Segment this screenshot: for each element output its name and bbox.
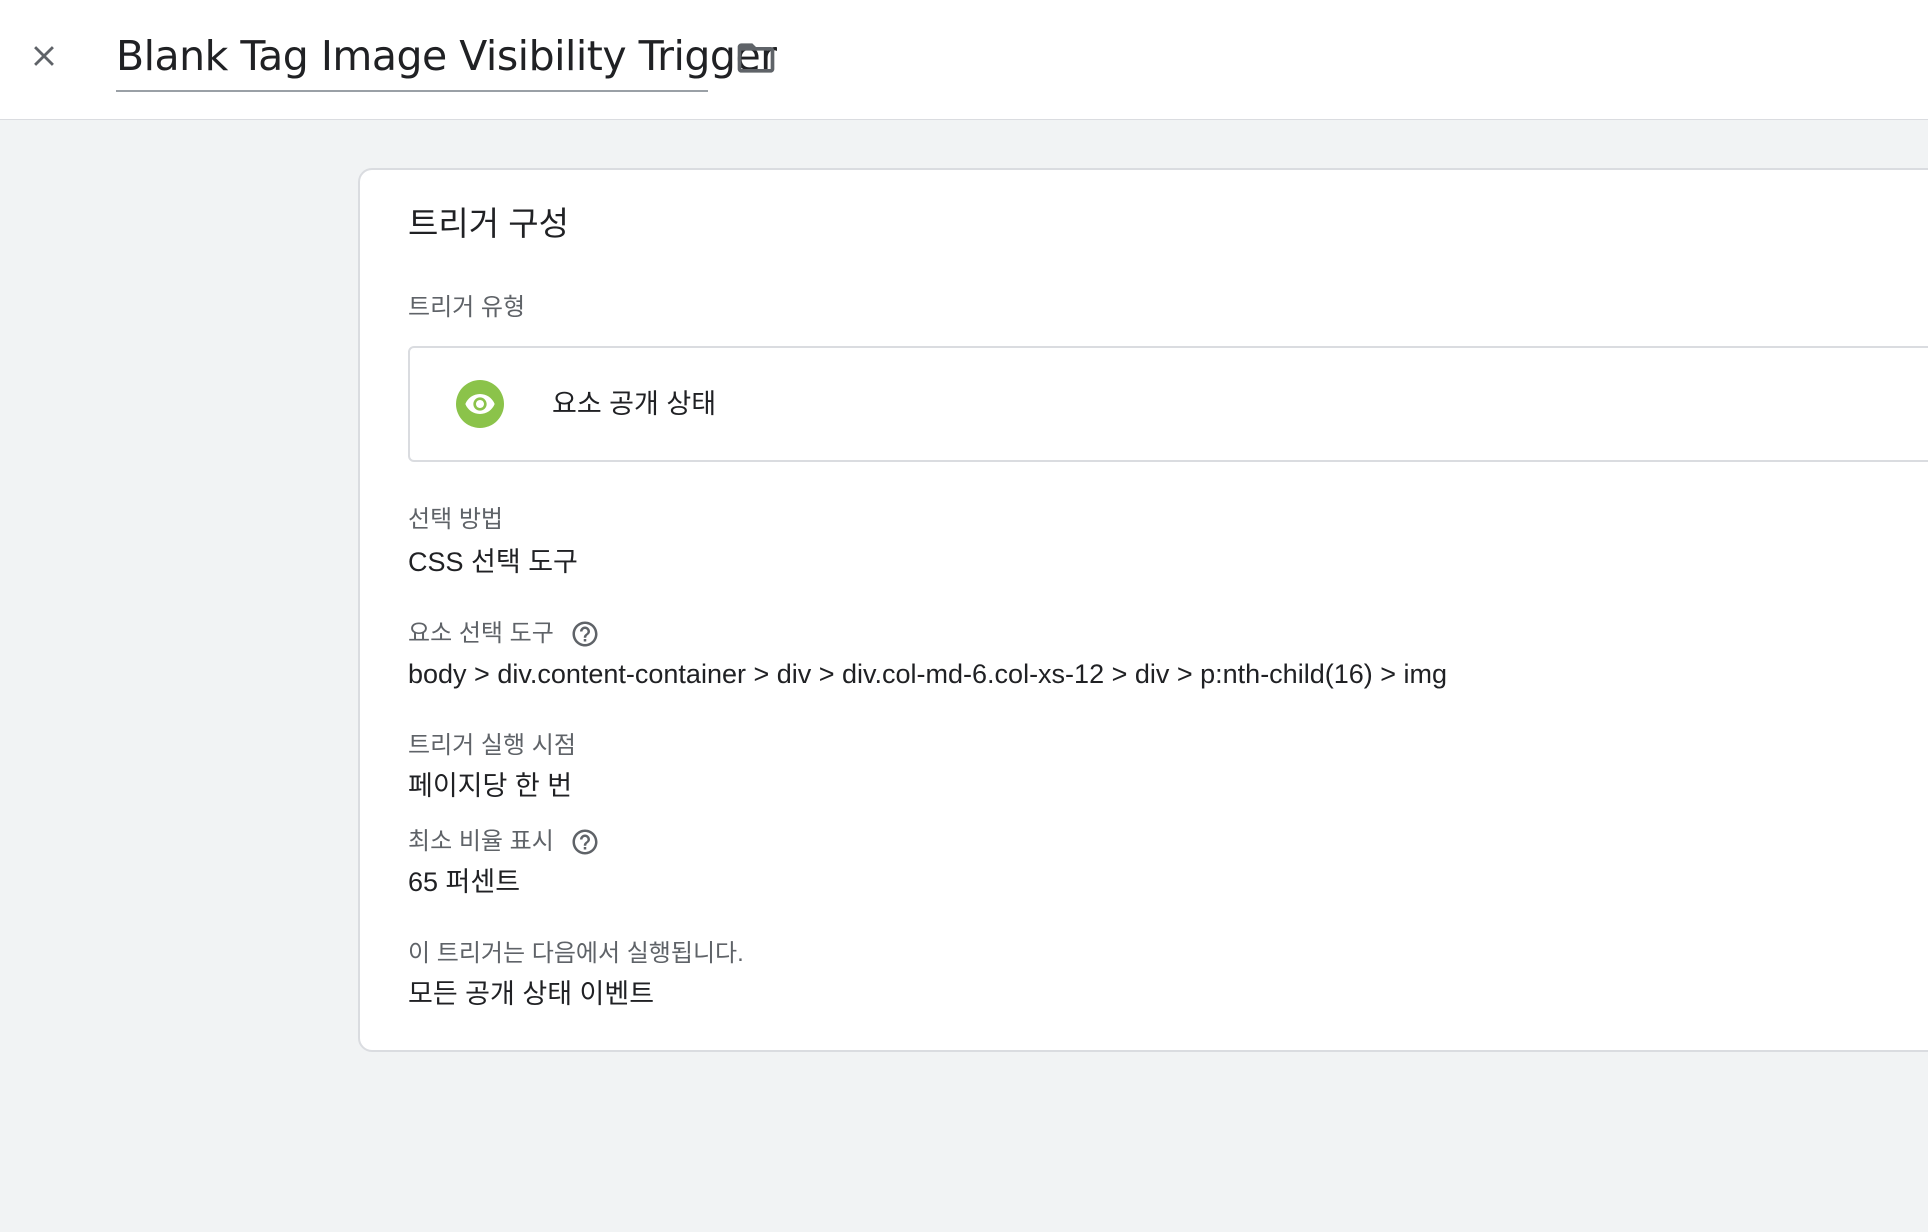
top-bar: Blank Tag Image Visibility Trigger (0, 0, 1928, 120)
element-selector-label-row: 요소 선택 도구 (408, 618, 600, 650)
trigger-configuration-card: 트리거 구성 트리거 유형 요소 공개 상태 선택 방법 CSS 선택 도구 요… (358, 168, 1928, 1052)
min-percent-value: 65 퍼센트 (408, 867, 521, 897)
page-title: Blank Tag Image Visibility Trigger (116, 32, 777, 80)
trigger-type-name: 요소 공개 상태 (552, 389, 717, 419)
title-field[interactable]: Blank Tag Image Visibility Trigger (116, 28, 777, 92)
eye-icon (465, 394, 495, 414)
min-percent-label-row: 최소 비율 표시 (408, 826, 600, 858)
close-button[interactable] (20, 32, 68, 80)
min-percent-label: 최소 비율 표시 (408, 828, 554, 855)
help-icon[interactable] (570, 619, 600, 649)
trigger-type-badge (456, 380, 504, 428)
trigger-type-label: 트리거 유형 (408, 294, 526, 321)
fires-on-value: 모든 공개 상태 이벤트 (408, 979, 655, 1009)
help-icon[interactable] (570, 827, 600, 857)
selection-method-value: CSS 선택 도구 (408, 547, 578, 577)
folder-icon (737, 43, 775, 73)
folder-button[interactable] (730, 34, 782, 82)
card-title: 트리거 구성 (408, 205, 569, 242)
close-icon (34, 46, 54, 66)
fires-on-label: 이 트리거는 다음에서 실행됩니다. (408, 940, 744, 967)
element-selector-value: body > div.content-container > div > div… (408, 659, 1447, 689)
element-selector-label: 요소 선택 도구 (408, 620, 554, 647)
trigger-type-selector[interactable]: 요소 공개 상태 (408, 346, 1928, 462)
selection-method-label: 선택 방법 (408, 506, 503, 533)
fire-timing-label: 트리거 실행 시점 (408, 732, 576, 759)
fire-timing-value: 페이지당 한 번 (408, 771, 573, 801)
